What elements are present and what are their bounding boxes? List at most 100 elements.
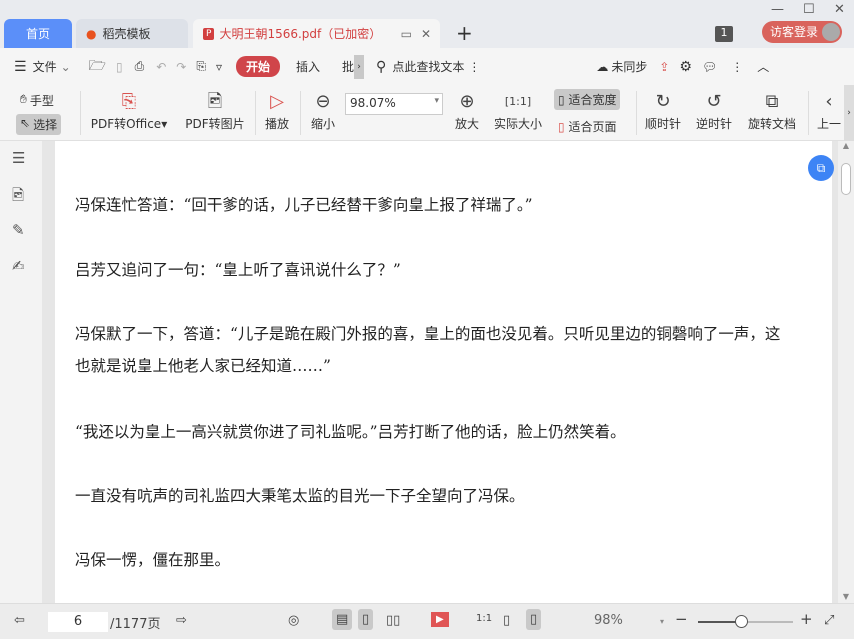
zoom-slider-thumb[interactable] — [734, 615, 748, 628]
cloud-icon[interactable]: ☁ — [596, 60, 608, 74]
comment-icon[interactable]: 💬︎ — [702, 60, 717, 74]
more-dropdown-icon[interactable]: ▿ — [216, 60, 222, 74]
vertical-scrollbar[interactable]: ▲ ▼ — [838, 141, 854, 603]
single-page-icon[interactable]: ▯ — [358, 609, 374, 630]
eye-protection-icon[interactable]: ◎ — [288, 613, 299, 628]
floating-convert-button[interactable]: ⧉ — [808, 155, 834, 181]
label: 适合宽度 — [568, 93, 617, 107]
pdf-to-office-button[interactable]: ⎘ PDF转Office▾ — [88, 89, 170, 132]
previous-page-button[interactable]: ‹ 上一 — [816, 89, 842, 132]
total-pages: /1177页 — [110, 617, 161, 632]
fit-page-icon[interactable]: ▯ — [503, 613, 510, 628]
scroll-down[interactable]: ▼ — [838, 592, 854, 601]
scroll-up[interactable]: ▲ — [838, 141, 854, 150]
label: 手型 — [29, 94, 54, 108]
search-icon[interactable]: ⚲ — [376, 59, 386, 75]
fit-page-button[interactable]: ▯ 适合页面 — [558, 118, 616, 135]
undo-icon[interactable]: ↶ — [156, 60, 166, 74]
close-window-button[interactable]: ✕ — [834, 2, 845, 17]
label: 上一 — [816, 117, 841, 131]
avatar — [822, 23, 840, 41]
dual-page-icon[interactable]: ▯▯ — [386, 613, 400, 628]
tab-insert[interactable]: 插入 — [296, 58, 320, 75]
outline-icon[interactable]: ☰ — [12, 149, 25, 167]
zoom-out-button[interactable]: ⊖ 缩小 — [308, 89, 338, 132]
fit-width-button[interactable]: ▯ 适合宽度 — [554, 89, 621, 110]
zoom-in-icon[interactable]: + — [800, 610, 813, 628]
text-line: 一直没有吭声的司礼监四大秉笔太监的目光一下子全望向了冯保。 — [75, 487, 525, 505]
scroll-thumb[interactable] — [841, 163, 851, 195]
zoom-out-icon[interactable]: − — [675, 610, 688, 628]
login-button[interactable]: 访客登录 — [762, 21, 842, 43]
menu-icon[interactable]: ☰ — [14, 59, 27, 75]
annotation-icon[interactable]: ✎ — [12, 221, 25, 239]
search-box[interactable]: 点此查找文本 — [392, 58, 464, 75]
actual-size-icon: [1:1] — [504, 95, 532, 108]
tab-label: 大明王朝1566.pdf（已加密） — [219, 27, 382, 41]
zoom-in-button[interactable]: ⊕ 放大 — [452, 89, 482, 132]
maximize-button[interactable]: ☐ — [803, 2, 815, 17]
close-icon[interactable]: ✕ — [421, 27, 431, 41]
actual-size-icon[interactable]: 1:1 — [476, 613, 492, 624]
pdf-to-image-button[interactable]: 🖻 PDF转图片 — [182, 89, 248, 132]
zoom-in-icon: ⊕ — [459, 91, 475, 112]
ribbon-scroll-right[interactable]: › — [844, 85, 854, 141]
tab-label: 稻壳模板 — [102, 27, 151, 41]
pin-icon[interactable]: ▭ — [401, 27, 412, 41]
prev-page-icon[interactable]: ⇦ — [14, 613, 25, 628]
export-icon[interactable]: ⎘ — [196, 59, 206, 74]
file-menu[interactable]: 文件 — [33, 58, 57, 75]
tab-start[interactable]: 开始 — [236, 56, 281, 77]
actual-size-button[interactable]: [1:1] 实际大小 — [490, 89, 546, 132]
fit-width-icon[interactable]: ▯ — [526, 609, 542, 630]
tab-templates[interactable]: ● 稻壳模板 — [76, 19, 188, 48]
next-page-icon[interactable]: ⇨ — [176, 613, 187, 628]
window-count-badge[interactable]: 1 — [715, 26, 733, 42]
rotate-clockwise-button[interactable]: ↻ 顺时针 — [644, 89, 682, 132]
chevron-down-icon[interactable]: ⌄ — [61, 60, 71, 74]
page-number-input[interactable]: 6 — [48, 612, 108, 632]
rotate-document-button[interactable]: ⧉ 旋转文档 — [746, 89, 798, 132]
toolbar: ☰ 文件 ⌄ 🗁 ▯ ⎙ ↶ ↷ ⎘ ▿ 开始 插入 批 › ⚲ 点此查找文本 … — [0, 48, 854, 85]
rotate-counterclockwise-button[interactable]: ↺ 逆时针 — [695, 89, 733, 132]
image-icon: 🖻 — [207, 91, 223, 112]
tab-label: 首页 — [25, 27, 50, 41]
text-line: 也就是说皇上他老人家已经知道……” — [75, 357, 331, 375]
text-line: 冯保连忙答道：“回干爹的话，儿子已经替干爹向皇上报了祥瑞了。” — [75, 196, 533, 214]
status-bar: ⇦ 6 /1177页 ⇨ ◎ ▤ ▯ ▯▯ ▶ 1:1 ▯ ▯ 98% ▾ − … — [0, 603, 854, 639]
more-icon[interactable]: ⋮ — [468, 60, 480, 74]
continuous-view-icon[interactable]: ▤ — [332, 609, 353, 630]
tab-pdf[interactable]: P 大明王朝1566.pdf（已加密） ▭ ✕ — [193, 19, 440, 48]
thumbnail-icon[interactable]: 🖻 — [12, 185, 24, 210]
ribbon: ✋︎ 手型 ⇖ 选择 ⎘ PDF转Office ▾ 🖻 PDF转图片 ▷ 播放 ⊖ 缩小 98… — [0, 85, 854, 141]
play-icon[interactable]: ▶ — [431, 612, 449, 627]
rotate-ccw-icon: ↺ — [706, 91, 722, 112]
gear-icon[interactable]: ⚙ — [679, 59, 692, 75]
share-icon[interactable]: ⇪ — [659, 60, 669, 74]
signature-icon[interactable]: ✍ — [12, 257, 25, 275]
sync-status[interactable]: 未同步 — [611, 58, 647, 75]
save-icon[interactable]: ▯ — [116, 60, 123, 74]
tab-annotate[interactable]: 批 — [342, 58, 354, 75]
hand-icon: ✋︎ — [20, 92, 27, 106]
hand-tool[interactable]: ✋︎ 手型 — [20, 92, 54, 109]
fullscreen-icon[interactable]: ⤢ — [824, 613, 834, 628]
collapse-icon[interactable]: ︿ — [757, 58, 769, 75]
play-button[interactable]: ▷ 播放 — [262, 89, 292, 132]
print-icon[interactable]: ⎙ — [135, 59, 145, 74]
select-tool[interactable]: ⇖ 选择 — [16, 114, 62, 135]
minimize-button[interactable]: — — [771, 2, 784, 17]
scroll-tabs-button[interactable]: › — [354, 54, 365, 79]
redo-icon[interactable]: ↷ — [176, 60, 186, 74]
label: 缩小 — [310, 117, 335, 131]
more-options-icon[interactable]: ⋮ — [731, 60, 743, 74]
open-icon[interactable]: 🗁 — [89, 55, 106, 79]
zoom-dropdown-icon[interactable]: ▾ — [660, 617, 664, 626]
zoom-slider[interactable] — [698, 615, 793, 628]
tab-home[interactable]: 首页 — [4, 19, 72, 48]
zoom-select[interactable]: 98.07% ▾ — [345, 93, 443, 115]
left-sidebar: ☰ 🖻 ✎ ✍ — [0, 141, 42, 603]
new-tab-button[interactable]: + — [456, 21, 473, 45]
zoom-level[interactable]: 98% — [594, 613, 623, 628]
pdf-icon: P — [203, 27, 215, 40]
